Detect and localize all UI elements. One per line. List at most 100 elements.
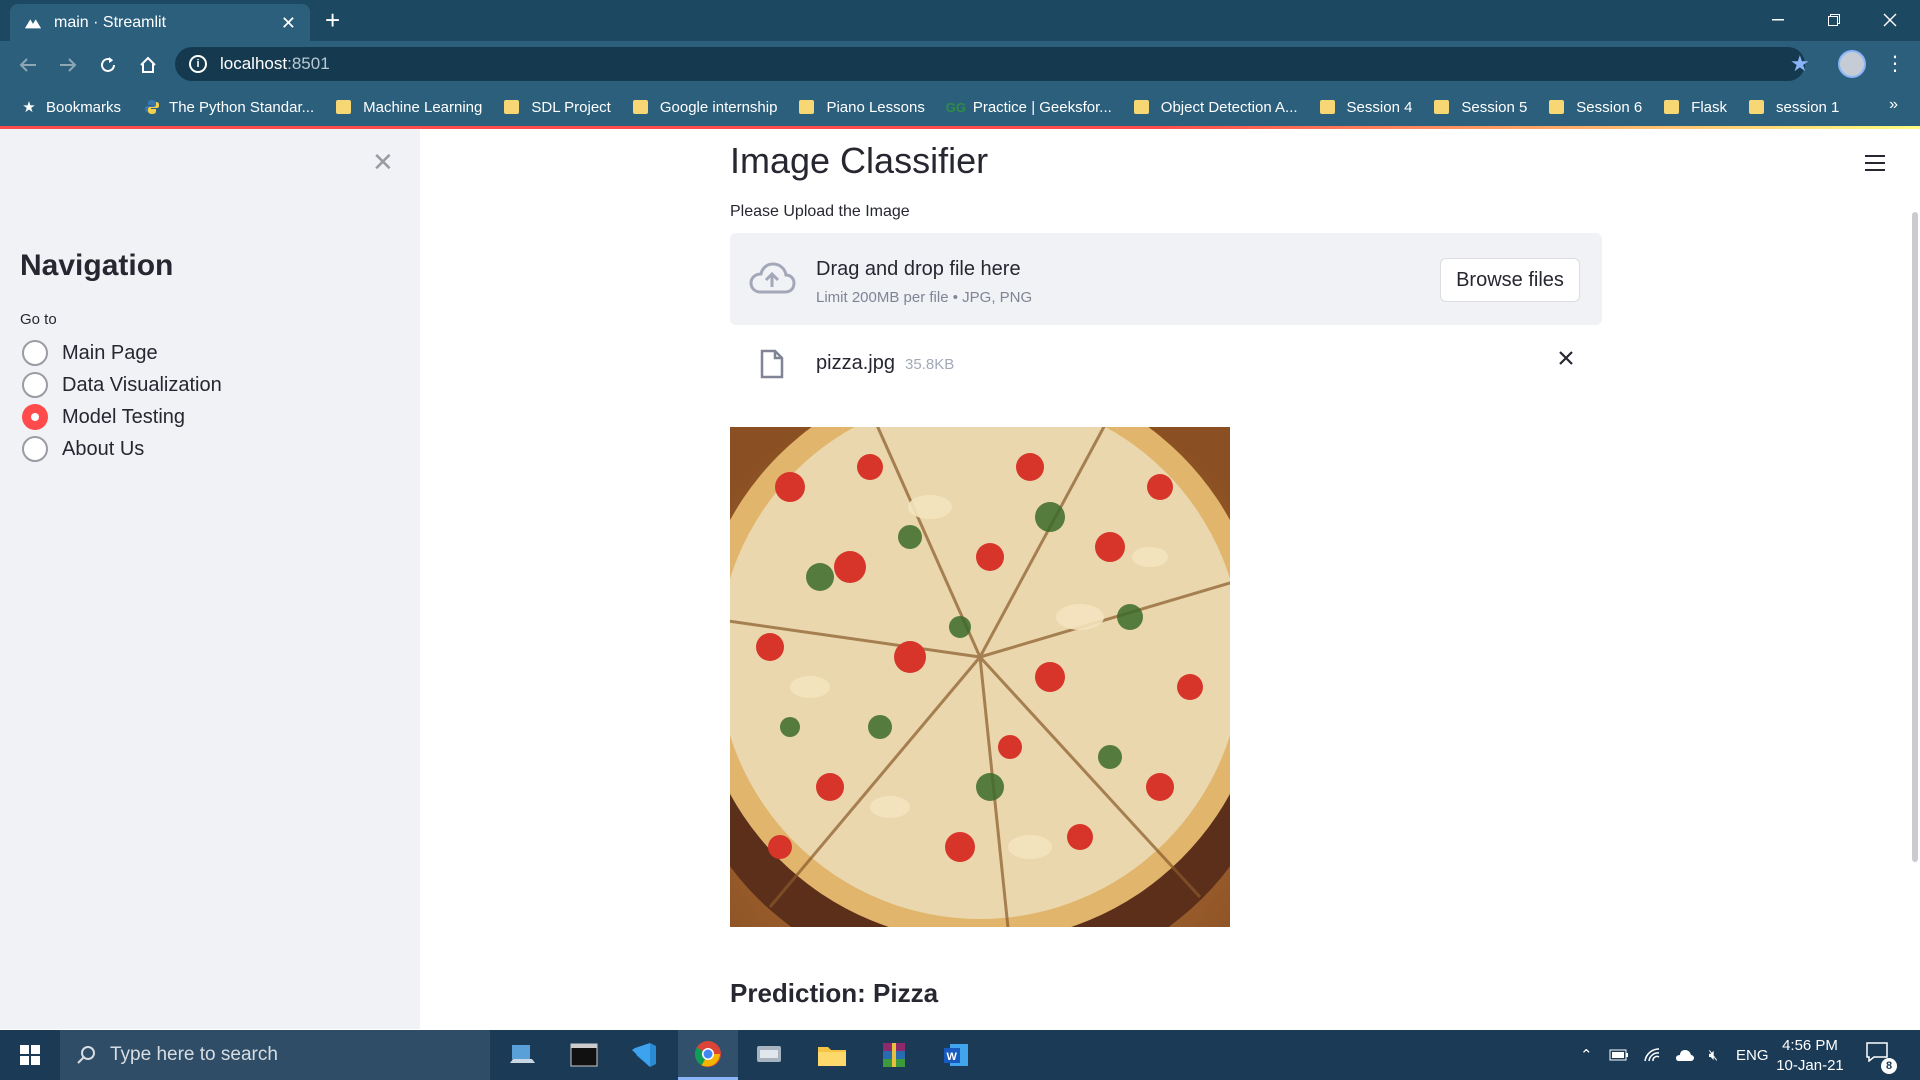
- folder-icon: [1549, 100, 1565, 114]
- wifi-icon[interactable]: [1643, 1047, 1661, 1063]
- radio-button-selected[interactable]: [22, 404, 48, 430]
- radio-button[interactable]: [22, 436, 48, 462]
- file-name: pizza.jpg: [816, 352, 895, 374]
- address-bar[interactable]: i localhost:8501: [175, 47, 1805, 81]
- bookmark-star-icon[interactable]: ★: [1790, 53, 1810, 75]
- bookmark-item[interactable]: The Python Standar...: [143, 99, 314, 116]
- bookmark-label: Machine Learning: [363, 98, 483, 116]
- restore-icon[interactable]: [1806, 0, 1862, 40]
- folder-icon: [799, 100, 815, 114]
- forward-icon[interactable]: [54, 51, 82, 79]
- bookmarks-bar: ★ Bookmarks The Python Standar... Machin…: [0, 88, 1920, 126]
- bookmark-item[interactable]: Flask: [1664, 99, 1727, 116]
- battery-icon[interactable]: [1609, 1049, 1629, 1061]
- taskbar-search[interactable]: Type here to search: [60, 1030, 490, 1080]
- radio-option-main-page[interactable]: Main Page: [22, 337, 222, 369]
- radio-button[interactable]: [22, 340, 48, 366]
- folder-icon: [632, 100, 648, 114]
- bookmark-label: Bookmarks: [46, 98, 122, 116]
- radio-option-label: Main Page: [62, 341, 158, 364]
- folder-icon: [1749, 100, 1765, 114]
- folder-icon: [1319, 100, 1335, 114]
- windows-start-icon[interactable]: [0, 1030, 60, 1080]
- taskbar-clock[interactable]: 4:56 PM 10-Jan-21: [1770, 1036, 1850, 1076]
- uploaded-file-row: pizza.jpg 35.8KB: [730, 344, 1602, 384]
- radio-option-about-us[interactable]: About Us: [22, 433, 222, 465]
- folder-icon: [1664, 100, 1680, 114]
- bookmark-item[interactable]: Piano Lessons: [799, 99, 925, 116]
- winrar-app-icon[interactable]: [864, 1030, 924, 1080]
- windows-taskbar: Type here to search W ⌃ 🔇︎ ENG 4:56 PM 1…: [0, 1030, 1920, 1080]
- chevron-up-icon[interactable]: ⌃: [1580, 1046, 1593, 1064]
- browser-titlebar: main · Streamlit ✕ +: [0, 0, 1920, 41]
- bookmark-item[interactable]: Machine Learning: [336, 99, 482, 116]
- reload-icon[interactable]: [94, 51, 122, 79]
- radio-option-model-testing[interactable]: Model Testing: [22, 401, 222, 433]
- bookmark-label: Flask: [1691, 98, 1728, 116]
- bookmark-label: Object Detection A...: [1160, 98, 1298, 116]
- streamlit-logo-icon: [24, 18, 42, 28]
- tab-title: main · Streamlit: [54, 13, 167, 31]
- navigation-radio-group: Main Page Data Visualization Model Testi…: [22, 337, 222, 465]
- bookmark-item[interactable]: Google internship: [632, 99, 777, 116]
- file-explorer-app-icon[interactable]: [802, 1030, 862, 1080]
- word-app-icon[interactable]: W: [926, 1030, 986, 1080]
- clock-time: 4:56 PM: [1782, 1037, 1838, 1054]
- search-placeholder: Type here to search: [110, 1044, 278, 1065]
- bookmark-item[interactable]: SDL Project: [504, 98, 611, 116]
- home-icon[interactable]: [134, 51, 162, 79]
- sidebar-close-icon[interactable]: ✕: [372, 149, 394, 175]
- tab-close-icon[interactable]: ✕: [281, 14, 296, 32]
- folder-icon: [1434, 100, 1450, 114]
- site-info-icon[interactable]: i: [189, 55, 207, 73]
- window-close-icon[interactable]: [1862, 0, 1918, 40]
- file-transfer-app-icon[interactable]: [494, 1030, 554, 1080]
- vscode-app-icon[interactable]: [614, 1030, 674, 1080]
- star-icon: ★: [22, 99, 36, 116]
- more-bookmarks-icon[interactable]: »: [1889, 96, 1898, 114]
- radio-button[interactable]: [22, 372, 48, 398]
- file-dropzone[interactable]: Drag and drop file here Limit 200MB per …: [730, 233, 1602, 325]
- hamburger-menu-icon[interactable]: [1865, 155, 1885, 176]
- minimize-icon[interactable]: [1750, 0, 1806, 40]
- new-tab-icon[interactable]: +: [325, 7, 340, 33]
- profile-avatar[interactable]: [1838, 50, 1866, 78]
- system-tray: ⌃ 🔇︎ ENG: [1580, 1030, 1769, 1080]
- browser-menu-icon[interactable]: ⋮: [1885, 53, 1905, 75]
- radio-option-label: About Us: [62, 437, 145, 460]
- search-icon: [77, 1046, 95, 1064]
- prediction-result: Prediction: Pizza: [730, 978, 939, 1008]
- bookmark-label: SDL Project: [531, 98, 611, 116]
- python-icon: [143, 99, 161, 115]
- radio-option-label: Model Testing: [62, 405, 186, 428]
- sidebar-title: Navigation: [20, 249, 174, 282]
- bookmark-item[interactable]: Session 5: [1434, 99, 1527, 116]
- file-uploader-label: Please Upload the Image: [730, 203, 910, 220]
- file-size: 35.8KB: [905, 356, 955, 373]
- folder-icon: [1133, 100, 1149, 114]
- chrome-app-icon[interactable]: [678, 1030, 738, 1080]
- remove-file-icon[interactable]: [1558, 350, 1574, 366]
- onedrive-icon[interactable]: [1675, 1048, 1695, 1062]
- bookmark-item[interactable]: ★ Bookmarks: [20, 98, 122, 117]
- bookmark-item[interactable]: GG Practice | Geeksfor...: [946, 98, 1112, 116]
- page-scrollbar[interactable]: [1912, 212, 1918, 862]
- dropzone-instructions: Drag and drop file here: [816, 258, 1021, 280]
- network-drive-app-icon[interactable]: [740, 1030, 800, 1080]
- clock-date: 10-Jan-21: [1776, 1057, 1844, 1074]
- bookmark-item[interactable]: session 1: [1749, 99, 1839, 116]
- terminal-app-icon[interactable]: [554, 1030, 614, 1080]
- file-icon: [760, 349, 784, 379]
- bookmark-item[interactable]: Object Detection A...: [1133, 98, 1298, 116]
- bookmark-item[interactable]: Session 4: [1319, 99, 1412, 116]
- radio-group-label: Go to: [20, 311, 57, 328]
- bookmark-label: Practice | Geeksfor...: [972, 98, 1112, 116]
- browser-tab[interactable]: main · Streamlit ✕: [10, 4, 310, 41]
- volume-muted-icon[interactable]: 🔇︎: [1709, 1047, 1718, 1064]
- browse-files-button[interactable]: Browse files: [1440, 258, 1580, 302]
- url-port: :8501: [287, 54, 330, 73]
- back-icon[interactable]: [14, 51, 42, 79]
- bookmark-item[interactable]: Session 6: [1549, 99, 1642, 116]
- input-language[interactable]: ENG: [1736, 1047, 1769, 1064]
- radio-option-data-visualization[interactable]: Data Visualization: [22, 369, 222, 401]
